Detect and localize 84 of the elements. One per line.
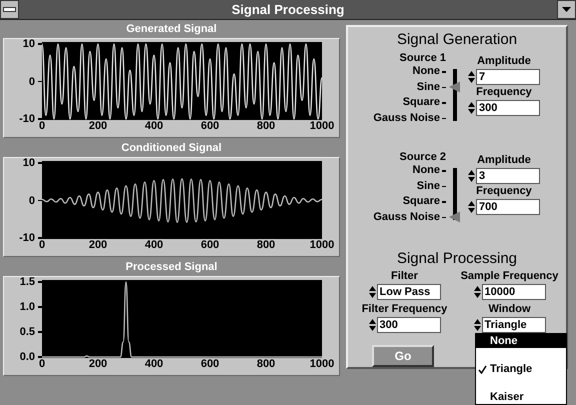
spinner-arrows-icon[interactable]: [474, 285, 480, 299]
field-label: Frequency: [476, 184, 532, 199]
section-title: Signal Generation: [396, 31, 518, 48]
x-tick-label: 800: [256, 358, 276, 370]
spinner-arrows-icon[interactable]: [474, 318, 480, 332]
tick-mark: [442, 71, 446, 72]
y-tick-label: 0.5: [20, 326, 35, 338]
x-tick-label: 400: [144, 358, 164, 370]
field-label: Filter: [391, 269, 418, 284]
x-tick-label: 200: [88, 239, 108, 251]
input-field[interactable]: 10000: [482, 284, 546, 300]
x-tick-label: 1000: [310, 239, 334, 251]
slider-option-label[interactable]: Square: [402, 95, 440, 110]
input-field[interactable]: 7: [476, 69, 540, 85]
y-tick-label: -10: [19, 113, 35, 125]
slider-option-label[interactable]: None: [412, 163, 440, 178]
x-tick-label: 1000: [310, 358, 334, 370]
y-tick-label: -10: [19, 232, 35, 244]
slider-option-label[interactable]: Gauss Noise: [373, 210, 440, 225]
input-field[interactable]: 300: [476, 100, 540, 116]
minimize-button[interactable]: [557, 0, 576, 19]
spinner-arrows-icon[interactable]: [368, 318, 376, 332]
menu-item[interactable]: Kaiser: [476, 390, 566, 404]
y-tick-label: 0.0: [20, 351, 35, 363]
field-label: Amplitude: [477, 153, 531, 168]
source-label: Source 2: [400, 151, 446, 163]
x-tick-label: 0: [38, 358, 46, 370]
system-menu-button[interactable]: [0, 0, 19, 19]
spinner-arrows-icon[interactable]: [468, 169, 475, 183]
y-tick-label: 0: [28, 194, 35, 206]
down-arrow-icon: [562, 6, 571, 12]
x-tick-label: 0: [38, 120, 46, 132]
slider-pointer[interactable]: [449, 81, 460, 94]
x-tick-label: 200: [88, 120, 108, 132]
slider-option-label[interactable]: Gauss Noise: [373, 110, 440, 126]
spinner-arrows-icon[interactable]: [468, 200, 475, 214]
x-tick-label: 600: [200, 239, 220, 251]
input-field[interactable]: 3: [476, 168, 540, 184]
window-title: Signal Processing: [230, 2, 346, 17]
spinner-arrows-icon[interactable]: [468, 70, 475, 84]
field-label: Amplitude: [477, 54, 531, 69]
tick-mark: [442, 118, 446, 119]
menu-item[interactable]: Triangle: [476, 362, 566, 376]
x-tick-label: 800: [256, 120, 276, 132]
tick-mark: [442, 170, 446, 172]
y-tick-label: 1.0: [20, 301, 35, 313]
source-label: Source 1: [400, 52, 446, 64]
menu-item[interactable]: None: [476, 334, 566, 348]
field-label: Filter Frequency: [362, 302, 448, 317]
x-tick-label: 600: [200, 358, 220, 370]
graph-title: Generated Signal: [126, 22, 217, 37]
x-tick-label: 800: [256, 239, 276, 251]
section-title: Signal Processing: [396, 250, 518, 267]
input-field[interactable]: 700: [476, 199, 540, 215]
y-tick-label: 10: [22, 38, 35, 50]
x-tick-label: 0: [38, 239, 46, 251]
tick-mark: [442, 201, 446, 202]
x-tick-label: 400: [144, 120, 164, 132]
input-field[interactable]: Triangle: [482, 317, 546, 333]
tick-mark: [442, 102, 446, 104]
slider-pointer[interactable]: [449, 211, 460, 224]
input-field[interactable]: Low Pass: [376, 284, 440, 300]
x-tick-label: 200: [88, 358, 108, 370]
x-tick-label: 1000: [310, 120, 334, 132]
tick-mark: [442, 186, 446, 187]
graph-title: Processed Signal: [126, 260, 218, 275]
y-tick-label: 10: [22, 157, 35, 169]
field-label: Window: [488, 302, 531, 317]
graph-title: Conditioned Signal: [121, 141, 222, 156]
field-label: Frequency: [476, 85, 532, 100]
y-tick-label: 1.5: [20, 276, 35, 288]
x-tick-label: 600: [200, 120, 220, 132]
input-field[interactable]: 300: [376, 317, 440, 333]
slider-option-label[interactable]: Sine: [416, 80, 440, 95]
slider-option-label[interactable]: None: [412, 64, 440, 80]
x-tick-label: 400: [144, 239, 164, 251]
tick-mark: [442, 216, 446, 218]
spinner-arrows-icon[interactable]: [368, 285, 376, 299]
field-label: Sample Frequency: [460, 269, 558, 284]
slider-option-label[interactable]: Sine: [416, 178, 440, 194]
slider-option-label[interactable]: Square: [402, 194, 440, 210]
tick-mark: [442, 86, 446, 88]
y-tick-label: 0: [28, 76, 35, 88]
spinner-arrows-icon[interactable]: [468, 101, 475, 115]
